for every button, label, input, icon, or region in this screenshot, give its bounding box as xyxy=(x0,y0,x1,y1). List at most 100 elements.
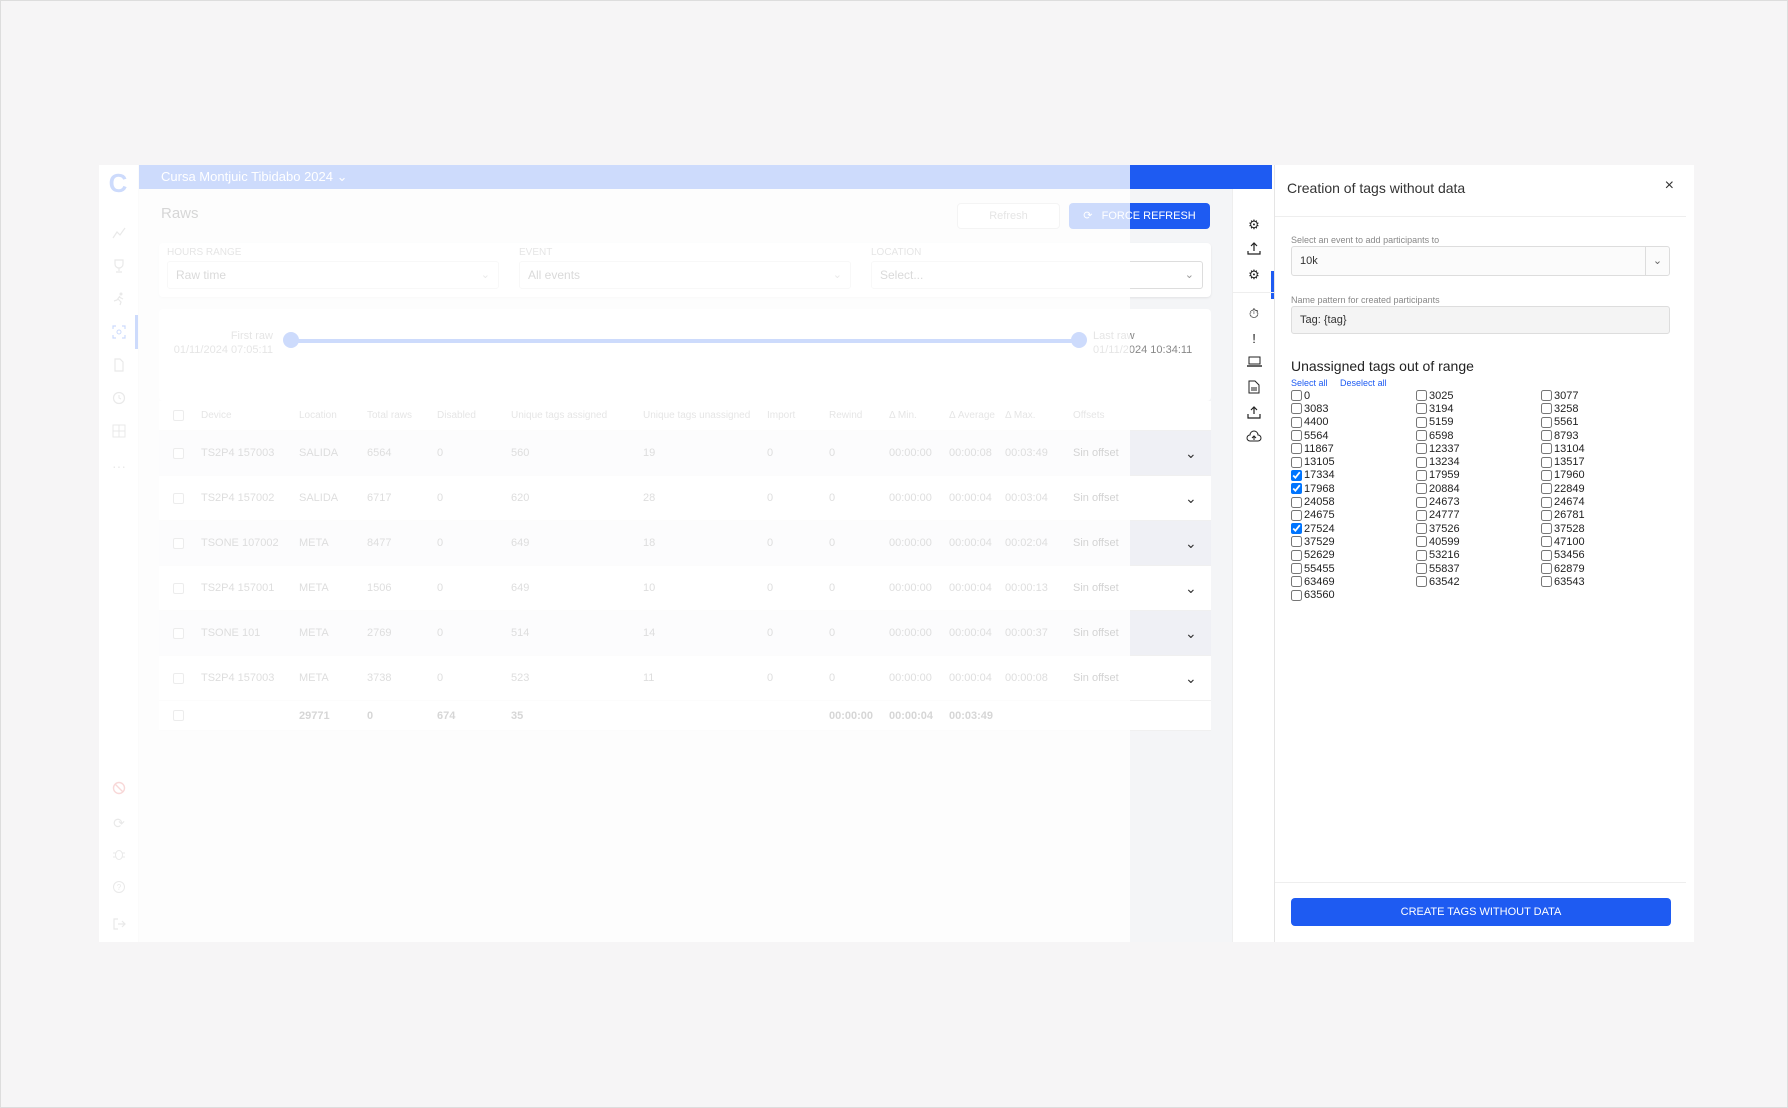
table-row[interactable]: TS2P4 157001 META 1506 0 649 10 0 0 00:00:00 00:0… xyxy=(159,566,1211,611)
column-header[interactable]: Location xyxy=(299,401,337,430)
tag-option[interactable]: 13517 xyxy=(1541,455,1666,468)
row-checkbox[interactable] xyxy=(173,492,184,504)
tag-checkbox[interactable] xyxy=(1541,483,1552,495)
column-header[interactable]: Total raws xyxy=(367,401,412,430)
tag-checkbox[interactable] xyxy=(1416,536,1427,548)
column-header[interactable]: Device xyxy=(201,401,232,430)
tag-option[interactable]: 55837 xyxy=(1416,562,1541,575)
tag-option[interactable]: 26781 xyxy=(1541,509,1666,522)
tag-checkbox[interactable] xyxy=(1416,576,1427,588)
tag-checkbox[interactable] xyxy=(1541,430,1552,442)
force-refresh-button[interactable]: ⟳ FORCE REFRESH xyxy=(1069,203,1210,229)
select-all-link[interactable]: Select all xyxy=(1291,378,1328,388)
tag-checkbox[interactable] xyxy=(1541,563,1552,574)
hours-range-select[interactable]: Raw time ⌄ xyxy=(167,261,499,289)
tag-checkbox[interactable] xyxy=(1291,536,1302,548)
tag-option[interactable]: 3077 xyxy=(1541,389,1666,402)
column-header[interactable]: Unique tags assigned xyxy=(511,401,607,430)
clock-icon[interactable] xyxy=(109,390,129,410)
tag-checkbox[interactable] xyxy=(1416,549,1427,561)
gears-icon[interactable]: ⚙ xyxy=(1245,216,1263,234)
offset-select[interactable]: Sin offset xyxy=(1073,431,1119,475)
tag-option[interactable]: 20884 xyxy=(1416,482,1541,495)
runner-icon[interactable] xyxy=(109,291,129,311)
tag-checkbox[interactable] xyxy=(1291,523,1302,535)
event-select[interactable]: All events ⌄ xyxy=(519,261,851,289)
column-header[interactable]: Disabled xyxy=(437,401,476,430)
tag-option[interactable]: 40599 xyxy=(1416,535,1541,548)
refresh-button[interactable]: Refresh xyxy=(957,203,1060,229)
tag-checkbox[interactable] xyxy=(1291,430,1302,442)
tag-checkbox[interactable] xyxy=(1291,509,1302,521)
tag-option[interactable]: 37529 xyxy=(1291,535,1416,548)
tag-option[interactable]: 24777 xyxy=(1416,509,1541,522)
tag-checkbox[interactable] xyxy=(1541,576,1552,588)
tag-checkbox[interactable] xyxy=(1541,549,1552,561)
tag-option[interactable]: 63469 xyxy=(1291,575,1416,588)
tag-checkbox[interactable] xyxy=(1541,496,1552,508)
tag-option[interactable]: 37528 xyxy=(1541,522,1666,535)
deselect-all-link[interactable]: Deselect all xyxy=(1340,378,1387,388)
offset-select[interactable]: Sin offset xyxy=(1073,521,1119,565)
range-end-handle[interactable] xyxy=(1071,332,1087,348)
tag-checkbox[interactable] xyxy=(1541,523,1552,535)
tag-checkbox[interactable] xyxy=(1416,390,1427,402)
chevron-down-icon[interactable]: ⌄ xyxy=(1185,521,1197,565)
trophy-icon[interactable] xyxy=(109,258,129,278)
select-all-checkbox[interactable] xyxy=(173,410,184,421)
tag-option[interactable]: 52629 xyxy=(1291,549,1416,562)
tag-checkbox[interactable] xyxy=(1541,456,1552,468)
tag-checkbox[interactable] xyxy=(1416,416,1427,428)
tag-checkbox[interactable] xyxy=(1416,483,1427,495)
tag-option[interactable]: 8793 xyxy=(1541,429,1666,442)
table-row[interactable]: TSONE 101 META 2769 0 514 14 0 0 00:00:00 00:00:0… xyxy=(159,611,1211,656)
scan-icon[interactable] xyxy=(109,324,129,344)
tag-checkbox[interactable] xyxy=(1291,469,1302,481)
logout-icon[interactable] xyxy=(109,916,129,936)
tag-option[interactable]: 13234 xyxy=(1416,455,1541,468)
tag-checkbox[interactable] xyxy=(1291,496,1302,508)
row-checkbox[interactable] xyxy=(173,672,184,684)
logo-icon[interactable]: C xyxy=(108,170,128,196)
tag-checkbox[interactable] xyxy=(1291,390,1302,402)
tag-option[interactable]: 53216 xyxy=(1416,549,1541,562)
tag-checkbox[interactable] xyxy=(1291,563,1302,574)
tag-option[interactable]: 63560 xyxy=(1291,588,1416,601)
column-header[interactable]: Δ Min. xyxy=(889,401,917,430)
chevron-down-icon[interactable]: ⌄ xyxy=(1185,431,1197,475)
tag-checkbox[interactable] xyxy=(1291,456,1302,468)
tag-checkbox[interactable] xyxy=(1416,456,1427,468)
tag-option[interactable]: 17968 xyxy=(1291,482,1416,495)
column-header[interactable]: Offsets xyxy=(1073,401,1105,430)
panel-event-select[interactable]: 10k ⌄ xyxy=(1291,246,1670,276)
tag-checkbox[interactable] xyxy=(1416,430,1427,442)
tag-checkbox[interactable] xyxy=(1541,403,1552,415)
offset-select[interactable]: Sin offset xyxy=(1073,566,1119,610)
tag-checkbox[interactable] xyxy=(1541,416,1552,428)
column-header[interactable]: Import xyxy=(767,401,795,430)
column-header[interactable]: Unique tags unassigned xyxy=(643,401,750,430)
event-switcher[interactable]: Cursa Montjuic Tibidabo 2024 ⌄ xyxy=(161,169,348,185)
tag-checkbox[interactable] xyxy=(1416,443,1427,455)
tag-checkbox[interactable] xyxy=(1291,403,1302,415)
tag-option[interactable]: 37526 xyxy=(1416,522,1541,535)
table-row[interactable]: TS2P4 157003 META 3738 0 523 11 0 0 00:00:00 00:0… xyxy=(159,656,1211,701)
file-icon[interactable] xyxy=(1245,380,1263,398)
column-header[interactable]: Δ Average xyxy=(949,401,995,430)
document-icon[interactable] xyxy=(109,357,129,377)
tag-checkbox[interactable] xyxy=(1416,523,1427,535)
tag-checkbox[interactable] xyxy=(1416,469,1427,481)
tag-checkbox[interactable] xyxy=(1416,496,1427,508)
alert-icon[interactable]: ! xyxy=(1245,330,1263,348)
tag-option[interactable]: 13104 xyxy=(1541,442,1666,455)
grid-icon[interactable] xyxy=(109,423,129,443)
tag-option[interactable]: 22849 xyxy=(1541,482,1666,495)
tag-option[interactable]: 6598 xyxy=(1416,429,1541,442)
tag-checkbox[interactable] xyxy=(1416,509,1427,521)
offset-select[interactable]: Sin offset xyxy=(1073,611,1119,655)
chevron-down-icon[interactable]: ⌄ xyxy=(1185,566,1197,610)
offset-select[interactable]: Sin offset xyxy=(1073,656,1119,700)
totals-checkbox[interactable] xyxy=(173,710,184,721)
tag-checkbox[interactable] xyxy=(1291,443,1302,455)
tag-option[interactable]: 12337 xyxy=(1416,442,1541,455)
